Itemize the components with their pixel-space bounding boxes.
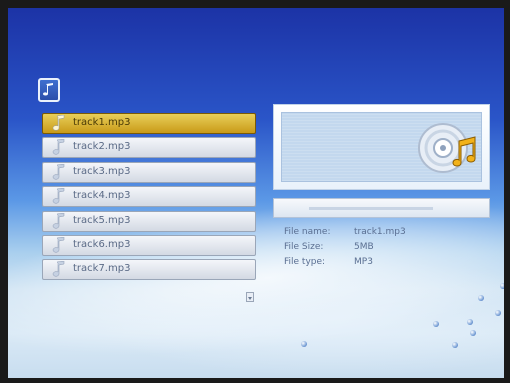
music-note-icon <box>52 115 65 131</box>
playlist: track1.mp3 track2.mp3 track3.mp3 track4.mp3… <box>42 113 256 284</box>
progress-track[interactable] <box>309 207 433 210</box>
playlist-item-label: track2.mp3 <box>73 141 131 153</box>
file-type-label: File type: <box>284 257 326 267</box>
music-note-icon <box>52 236 65 253</box>
playlist-item-label: track7.mp3 <box>73 263 131 275</box>
music-note-icon <box>52 212 65 229</box>
scroll-down-arrow-icon[interactable] <box>246 292 254 302</box>
progress-bar-frame <box>273 198 490 218</box>
music-note-icon <box>52 188 65 204</box>
playlist-item-label: track5.mp3 <box>73 214 131 226</box>
playlist-item[interactable]: track4.mp3 <box>42 186 256 208</box>
decorative-bubble <box>470 330 476 336</box>
music-note-icon <box>38 78 60 102</box>
music-player-screen: track1.mp3 track2.mp3 track3.mp3 track4.mp3… <box>8 8 504 378</box>
music-note-icon <box>52 261 65 277</box>
playlist-item[interactable]: track2.mp3 <box>42 137 256 159</box>
file-name-label: File name: <box>284 227 331 237</box>
decorative-bubble <box>467 319 473 325</box>
playlist-item-label: track6.mp3 <box>73 238 131 250</box>
file-size-label: File Size: <box>284 242 324 252</box>
decorative-bubble <box>478 295 484 301</box>
album-art-panel <box>273 104 490 190</box>
music-note-icon <box>52 163 65 180</box>
decorative-bubble <box>433 321 439 327</box>
playlist-item-label: track1.mp3 <box>73 117 131 128</box>
cd-disc-music-icon <box>418 123 476 173</box>
file-type-value: MP3 <box>354 257 373 267</box>
decorative-bubble <box>495 310 501 316</box>
decorative-bubble <box>500 283 504 289</box>
playlist-item[interactable]: track3.mp3 <box>42 161 256 183</box>
playlist-item[interactable]: track7.mp3 <box>42 259 256 281</box>
file-size-value: 5MB <box>354 242 374 252</box>
music-note-icon <box>52 139 65 155</box>
playlist-item[interactable]: track5.mp3 <box>42 210 256 232</box>
playlist-item-label: track4.mp3 <box>73 190 131 202</box>
playlist-item[interactable]: track1.mp3 <box>42 113 256 134</box>
playlist-item-label: track3.mp3 <box>73 165 131 177</box>
playlist-item[interactable]: track6.mp3 <box>42 234 256 256</box>
file-name-value: track1.mp3 <box>354 227 406 237</box>
decorative-bubble <box>301 341 307 347</box>
album-art-area <box>281 112 482 182</box>
decorative-bubble <box>452 342 458 348</box>
